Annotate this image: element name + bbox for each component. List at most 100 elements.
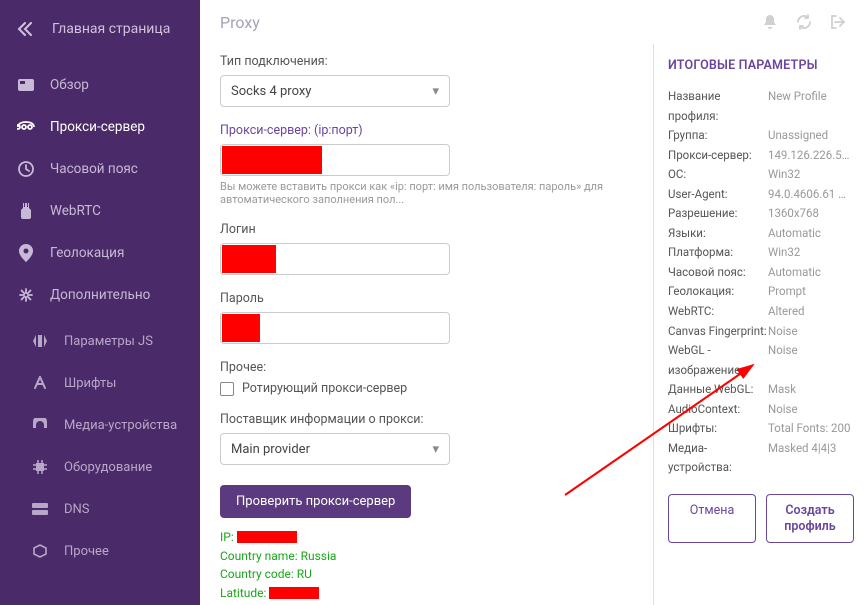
param-row: User-Agent:94.0.4606.61 Windows: [668, 185, 854, 205]
param-val: Altered: [768, 302, 854, 322]
caret-down-icon: ▾: [432, 84, 439, 99]
param-rows: Название профиля:New ProfileГруппа:Unass…: [668, 87, 854, 478]
param-row: Название профиля:New Profile: [668, 87, 854, 126]
page-title: Proxy: [220, 13, 746, 32]
form-area: Тип подключения: Socks 4 proxy ▾ Прокси-…: [200, 44, 653, 605]
sidebar-subitem-js[interactable]: Параметры JS: [0, 320, 200, 362]
rotate-checkbox[interactable]: [220, 382, 234, 396]
dns-icon: [30, 499, 50, 519]
param-row: Шрифты:Total Fonts: 200: [668, 419, 854, 439]
media-icon: [30, 415, 50, 435]
sidebar-item-label: WebRTC: [50, 203, 101, 219]
param-key: Canvas Fingerprint:: [668, 322, 768, 342]
nav-sub: Параметры JS Шрифты Медиа-устройства Оборуд…: [0, 320, 200, 572]
create-profile-button[interactable]: Создать профиль: [766, 494, 854, 543]
advanced-icon: [16, 285, 36, 305]
sidebar-subitem-media[interactable]: Медиа-устройства: [0, 404, 200, 446]
other-label: Прочее:: [220, 360, 633, 375]
row-password: Пароль: [220, 291, 633, 344]
home-link[interactable]: Главная страница: [52, 21, 170, 37]
param-val: Noise: [768, 400, 854, 420]
sidebar-item-label: Геолокация: [50, 245, 124, 261]
param-key: Платформа:: [668, 243, 768, 263]
header: Proxy: [200, 0, 868, 44]
param-val: Win32: [768, 243, 854, 263]
proxy-result: IP: Country name: Russia Country code: R…: [220, 528, 633, 605]
collapse-icon[interactable]: [14, 18, 36, 40]
row-other: Прочее: Ротирующий прокси-сервер: [220, 360, 633, 396]
timezone-icon: [16, 159, 36, 179]
sidebar-item-label: Шрифты: [64, 376, 116, 391]
param-val: 1360x768: [768, 204, 854, 224]
sidebar-subitem-other[interactable]: Прочее: [0, 530, 200, 572]
redacted-block: [222, 314, 260, 342]
provider-select[interactable]: Main provider ▾: [220, 433, 450, 465]
sidebar: Главная страница ОбзорПрокси-сервер Часов…: [0, 0, 200, 605]
caret-down-icon: ▾: [432, 442, 439, 457]
sidebar-item-advanced[interactable]: Дополнительно: [0, 274, 200, 316]
param-key: WebGL - изображение:: [668, 341, 768, 380]
param-key: Данные WebGL:: [668, 380, 768, 400]
sidebar-item-proxy[interactable]: Прокси-сервер: [0, 106, 200, 148]
param-key: Группа:: [668, 126, 768, 146]
hardware-icon: [30, 457, 50, 477]
param-val: Total Fonts: 200: [768, 419, 854, 439]
rotate-label: Ротирующий прокси-сервер: [242, 381, 407, 396]
webrtc-icon: [16, 201, 36, 221]
sidebar-subitem-dns[interactable]: DNS: [0, 488, 200, 530]
sidebar-item-label: Дополнительно: [50, 287, 150, 303]
type-select[interactable]: Socks 4 proxy ▾: [220, 75, 450, 107]
sidebar-item-label: Часовой пояс: [50, 161, 138, 177]
other-icon: [30, 541, 50, 561]
sidebar-item-webrtc[interactable]: WebRTC: [0, 190, 200, 232]
sidebar-subitem-hardware[interactable]: Оборудование: [0, 446, 200, 488]
refresh-icon[interactable]: [794, 12, 814, 32]
login-input[interactable]: [220, 243, 450, 275]
param-row: WebRTC:Altered: [668, 302, 854, 322]
result-latitude-key: Latitude:: [220, 584, 269, 603]
content: Тип подключения: Socks 4 proxy ▾ Прокси-…: [200, 44, 868, 605]
overview-icon: [16, 75, 36, 95]
server-input[interactable]: [220, 144, 450, 176]
proxy-icon: [16, 117, 36, 137]
sidebar-subitem-fonts[interactable]: Шрифты: [0, 362, 200, 404]
provider-value: Main provider: [231, 442, 310, 457]
type-value: Socks 4 proxy: [231, 84, 311, 99]
param-key: Медиа-устройства:: [668, 439, 768, 478]
param-key: Прокси-сервер:: [668, 146, 768, 166]
param-val: New Profile: [768, 87, 854, 126]
sidebar-item-geo[interactable]: Геолокация: [0, 232, 200, 274]
sidebar-item-label: DNS: [64, 502, 90, 517]
password-input[interactable]: [220, 312, 450, 344]
param-row: Canvas Fingerprint:Noise: [668, 322, 854, 342]
sidebar-item-label: Прочее: [64, 544, 109, 559]
param-key: Шрифты:: [668, 419, 768, 439]
sidebar-item-label: Оборудование: [64, 460, 152, 475]
result-country-code: Country code: RU: [220, 565, 312, 584]
fonts-icon: [30, 373, 50, 393]
row-type: Тип подключения: Socks 4 proxy ▾: [220, 54, 633, 107]
sidebar-item-overview[interactable]: Обзор: [0, 64, 200, 106]
param-row: Геолокация:Prompt: [668, 282, 854, 302]
param-key: Языки:: [668, 224, 768, 244]
param-row: WebGL - изображение:Noise: [668, 341, 854, 380]
param-row: Данные WebGL:Mask: [668, 380, 854, 400]
param-row: Разрешение:1360x768: [668, 204, 854, 224]
sidebar-item-timezone[interactable]: Часовой пояс: [0, 148, 200, 190]
sidebar-item-label: Медиа-устройства: [64, 418, 177, 433]
param-row: Медиа-устройства:Masked 4|4|3: [668, 439, 854, 478]
param-key: WebRTC:: [668, 302, 768, 322]
sidebar-item-label: Параметры JS: [64, 334, 153, 349]
param-val: Noise: [768, 322, 854, 342]
js-icon: [30, 331, 50, 351]
cancel-button[interactable]: Отмена: [668, 494, 756, 543]
param-row: Платформа:Win32: [668, 243, 854, 263]
param-key: ОС:: [668, 165, 768, 185]
nav-main: ОбзорПрокси-сервер Часовой пояс WebRTC Геол…: [0, 64, 200, 316]
row-server: Прокси-сервер: (ip:порт) Вы можете встав…: [220, 123, 633, 206]
password-label: Пароль: [220, 291, 633, 306]
bell-icon[interactable]: [760, 12, 780, 32]
login-label: Логин: [220, 222, 633, 237]
logout-icon[interactable]: [828, 12, 848, 32]
check-proxy-button[interactable]: Проверить прокси-сервер: [220, 485, 411, 518]
